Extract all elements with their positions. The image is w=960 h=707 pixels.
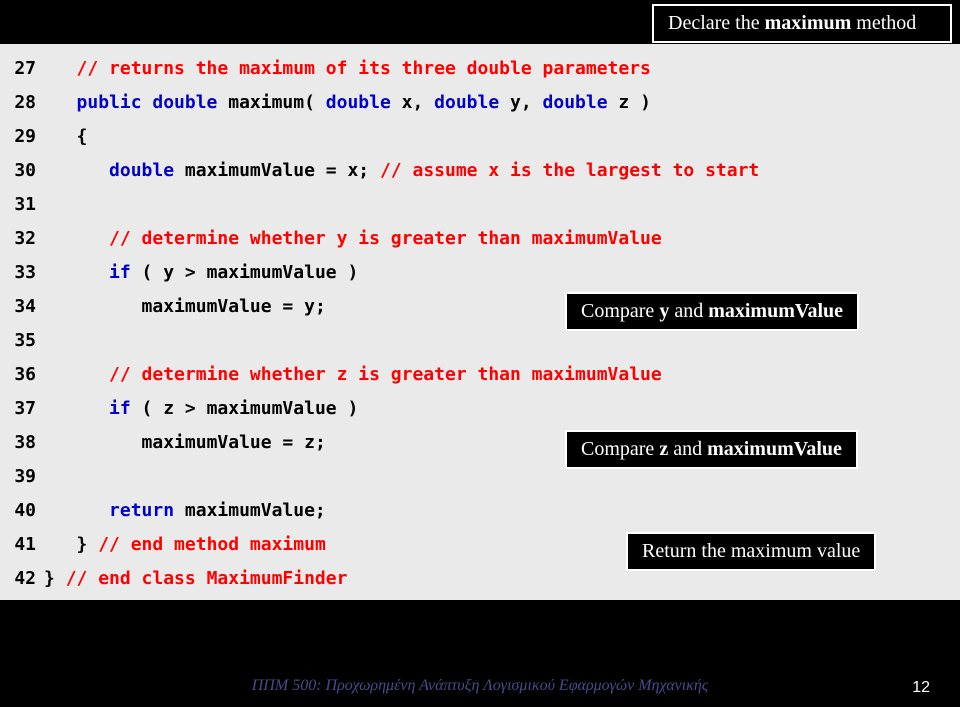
callout-text: and bbox=[669, 300, 708, 322]
callout-bold: maximumValue bbox=[707, 438, 842, 460]
line-number: 40 bbox=[0, 494, 44, 528]
line-number: 35 bbox=[0, 324, 44, 358]
line-number: 38 bbox=[0, 426, 44, 460]
code-content: // determine whether y is greater than m… bbox=[44, 222, 960, 256]
code-content: public double maximum( double x, double … bbox=[44, 86, 960, 120]
code-content: return maximumValue; bbox=[44, 494, 960, 528]
line-number: 33 bbox=[0, 256, 44, 290]
line-number: 37 bbox=[0, 392, 44, 426]
code-line: 37 if ( z > maximumValue ) bbox=[0, 392, 960, 426]
code-content: // determine whether z is greater than m… bbox=[44, 358, 960, 392]
code-content: // returns the maximum of its three doub… bbox=[44, 52, 960, 86]
callout-text: Declare the bbox=[668, 12, 765, 34]
line-number: 29 bbox=[0, 120, 44, 154]
code-line: 31 bbox=[0, 188, 960, 222]
code-content: if ( z > maximumValue ) bbox=[44, 392, 960, 426]
callout-bold: z bbox=[659, 438, 668, 460]
line-number: 32 bbox=[0, 222, 44, 256]
code-content: { bbox=[44, 120, 960, 154]
callout-bold: maximum bbox=[765, 12, 852, 34]
callout-bold: maximumValue bbox=[708, 300, 843, 322]
callout-return: Return the maximum value bbox=[626, 532, 876, 571]
callout-text: Return the maximum value bbox=[642, 540, 860, 562]
callout-text: Compare bbox=[581, 300, 659, 322]
code-line: 27 // returns the maximum of its three d… bbox=[0, 52, 960, 86]
line-number: 27 bbox=[0, 52, 44, 86]
callout-text: and bbox=[668, 438, 707, 460]
code-content: if ( y > maximumValue ) bbox=[44, 256, 960, 290]
callout-text: method bbox=[851, 12, 916, 34]
callout-compare-y: Compare y and maximumValue bbox=[565, 292, 859, 331]
code-line: 40 return maximumValue; bbox=[0, 494, 960, 528]
callout-text: Compare bbox=[581, 438, 659, 460]
line-number: 39 bbox=[0, 460, 44, 494]
line-number: 30 bbox=[0, 154, 44, 188]
line-number: 28 bbox=[0, 86, 44, 120]
code-line: 32 // determine whether y is greater tha… bbox=[0, 222, 960, 256]
footer-text: ΠΠΜ 500: Προχωρημένη Ανάπτυξη Λογισμικού… bbox=[0, 677, 960, 695]
code-line: 28 public double maximum( double x, doub… bbox=[0, 86, 960, 120]
line-number: 36 bbox=[0, 358, 44, 392]
code-line: 33 if ( y > maximumValue ) bbox=[0, 256, 960, 290]
code-line: 30 double maximumValue = x; // assume x … bbox=[0, 154, 960, 188]
page-number: 12 bbox=[912, 679, 930, 697]
line-number: 42 bbox=[0, 562, 44, 596]
line-number: 31 bbox=[0, 188, 44, 222]
line-number: 34 bbox=[0, 290, 44, 324]
callout-compare-z: Compare z and maximumValue bbox=[565, 430, 858, 469]
callout-declare-maximum: Declare the maximum method bbox=[652, 4, 952, 43]
code-line: 36 // determine whether z is greater tha… bbox=[0, 358, 960, 392]
code-line: 29 { bbox=[0, 120, 960, 154]
line-number: 41 bbox=[0, 528, 44, 562]
code-content: double maximumValue = x; // assume x is … bbox=[44, 154, 960, 188]
callout-bold: y bbox=[659, 300, 669, 322]
